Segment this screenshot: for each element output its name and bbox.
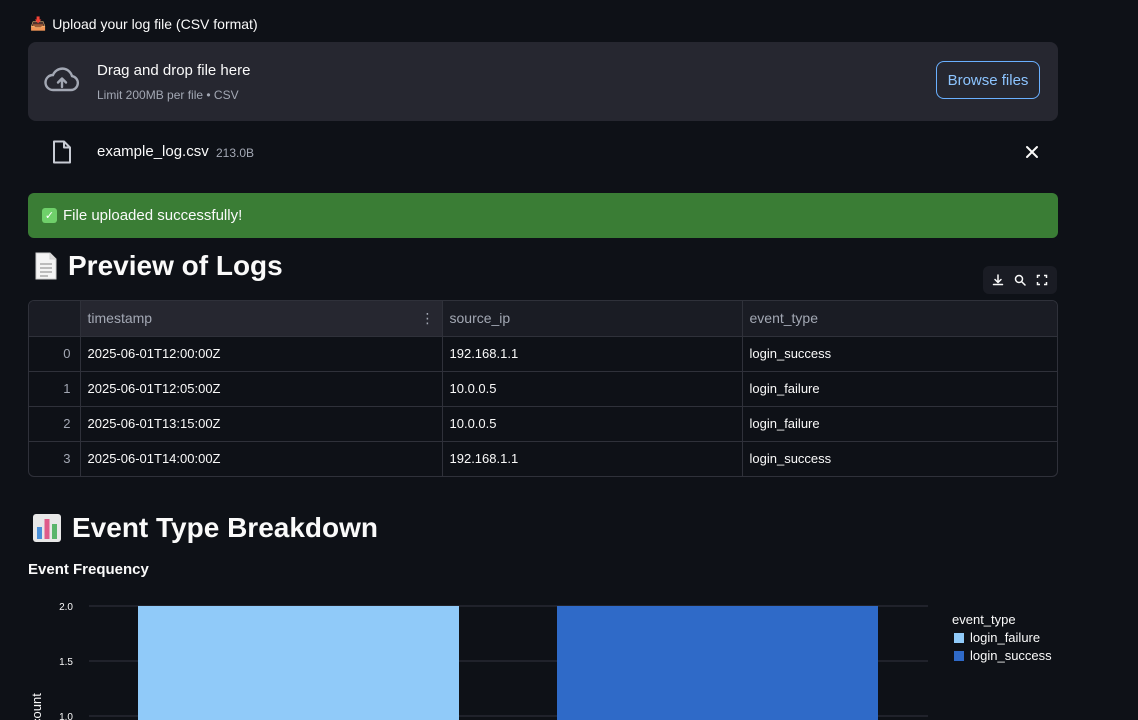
uploader-label-text: Upload your log file (CSV format) [52, 16, 258, 32]
column-header-event-type[interactable]: event_type [742, 301, 1057, 337]
row-index: 1 [29, 371, 81, 407]
cell-timestamp[interactable]: 2025-06-01T13:15:00Z [80, 406, 443, 442]
header-row: timestamp ⋮ source_ip event_type [29, 301, 1057, 337]
cell-event-type[interactable]: login_failure [742, 371, 1057, 407]
preview-heading: Preview of Logs [34, 250, 283, 282]
file-icon [53, 140, 71, 164]
legend-swatch [954, 633, 964, 643]
bar-chart-icon [33, 514, 61, 542]
breakdown-heading: Event Type Breakdown [32, 512, 378, 544]
column-header-label: timestamp [87, 309, 153, 326]
cell-source-ip[interactable]: 192.168.1.1 [442, 336, 743, 372]
column-header-source-ip[interactable]: source_ip [442, 301, 743, 337]
fullscreen-button[interactable] [1034, 272, 1050, 288]
bar [557, 606, 878, 720]
close-icon [1026, 146, 1038, 158]
chart-title: Event Frequency [28, 561, 149, 578]
legend-item: login_success [970, 648, 1052, 663]
fullscreen-icon [1036, 274, 1048, 286]
legend-title: event_type [952, 612, 1016, 627]
dropzone-title: Drag and drop file here [97, 62, 251, 79]
cloud-upload-icon [44, 67, 80, 92]
cell-event-type[interactable]: login_success [742, 336, 1057, 372]
column-header-timestamp[interactable]: timestamp ⋮ [80, 301, 443, 337]
row-index: 2 [29, 406, 81, 442]
table-row[interactable]: 0 2025-06-01T12:00:00Z 192.168.1.1 login… [29, 336, 1057, 372]
search-icon [1014, 274, 1026, 286]
inbox-icon: 📥 [30, 16, 47, 31]
cell-timestamp[interactable]: 2025-06-01T12:00:00Z [80, 336, 443, 372]
row-index: 0 [29, 336, 81, 372]
event-frequency-chart[interactable]: 2.0 1.5 1.0 count event_type login_failurelog… [0, 590, 1138, 720]
y-tick-label: 1.5 [59, 657, 73, 668]
column-header-label: event_type [749, 310, 819, 327]
index-header [29, 301, 81, 337]
file-dropzone[interactable] [28, 42, 1058, 121]
cell-source-ip[interactable]: 10.0.0.5 [442, 371, 743, 407]
uploader-label: 📥 Upload your log file (CSV format) [30, 16, 258, 32]
y-tick-label: 2.0 [59, 602, 73, 613]
legend-item: login_failure [970, 630, 1040, 645]
bar [138, 606, 459, 720]
logs-dataframe[interactable]: timestamp ⋮ source_ip event_type 0 2025-… [28, 300, 1058, 477]
checkmark-icon: ✓ [42, 208, 57, 223]
table-row[interactable]: 3 2025-06-01T14:00:00Z 192.168.1.1 login… [29, 441, 1057, 476]
cell-timestamp[interactable]: 2025-06-01T12:05:00Z [80, 371, 443, 407]
column-header-label: source_ip [449, 310, 511, 327]
browse-files-button[interactable]: Browse files [936, 61, 1040, 99]
cell-timestamp[interactable]: 2025-06-01T14:00:00Z [80, 441, 443, 476]
legend-swatch [954, 651, 964, 661]
table-row[interactable]: 1 2025-06-01T12:05:00Z 10.0.0.5 login_fa… [29, 371, 1057, 407]
search-button[interactable] [1012, 272, 1028, 288]
uploaded-file-name: example_log.csv [97, 143, 209, 160]
breakdown-title: Event Type Breakdown [72, 512, 379, 543]
column-menu-icon[interactable]: ⋮ [421, 310, 435, 327]
preview-title: Preview of Logs [68, 250, 283, 281]
cell-source-ip[interactable]: 192.168.1.1 [442, 441, 743, 476]
dataframe-toolbar [983, 266, 1057, 294]
cell-source-ip[interactable]: 10.0.0.5 [442, 406, 743, 442]
cell-event-type[interactable]: login_failure [742, 406, 1057, 442]
success-message: File uploaded successfully! [63, 207, 243, 224]
page-icon [35, 252, 57, 280]
cell-event-type[interactable]: login_success [742, 441, 1057, 476]
y-axis-label: count [29, 693, 44, 720]
dropzone-subtitle: Limit 200MB per file • CSV [97, 88, 239, 102]
table-row[interactable]: 2 2025-06-01T13:15:00Z 10.0.0.5 login_fa… [29, 406, 1057, 442]
y-tick-label: 1.0 [59, 712, 73, 720]
row-index: 3 [29, 441, 81, 476]
download-button[interactable] [990, 272, 1006, 288]
remove-file-button[interactable] [1022, 142, 1042, 162]
uploaded-file-size: 213.0B [216, 146, 255, 160]
download-icon [992, 274, 1004, 286]
